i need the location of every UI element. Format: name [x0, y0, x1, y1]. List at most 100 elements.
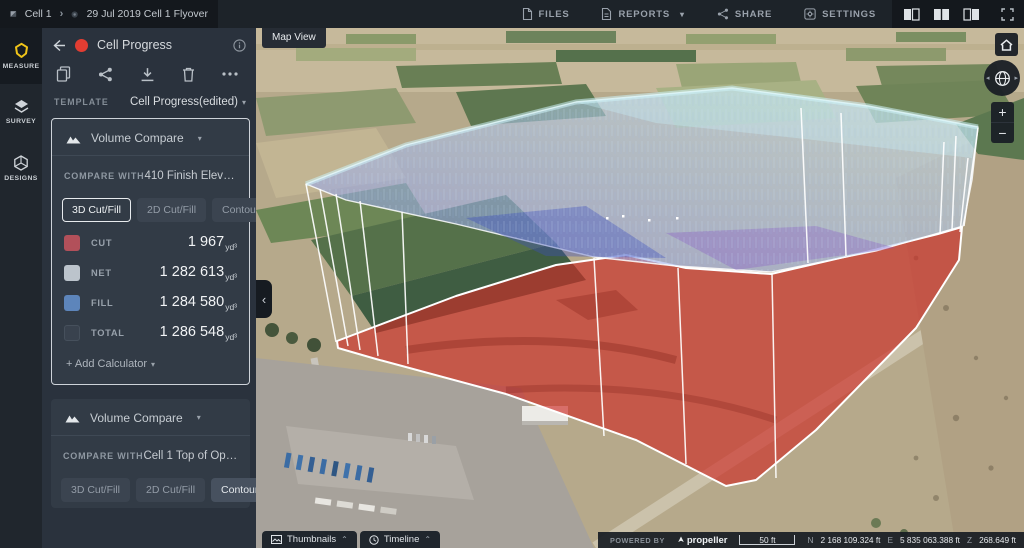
layout-split-button[interactable] — [926, 0, 956, 28]
card2-title-row[interactable]: Volume Compare ▾ — [51, 399, 250, 436]
chevron-up-icon: ⌃ — [341, 535, 348, 544]
rail-label-survey: SURVEY — [6, 118, 36, 125]
top-bar: Cell 1 › 29 Jul 2019 Cell 1 Flyover FILE… — [0, 0, 1024, 28]
coord-e-label: E — [887, 535, 893, 545]
zoom-in-button[interactable]: + — [991, 102, 1014, 122]
tab-3d-cutfill[interactable]: 3D Cut/Fill — [61, 478, 130, 502]
info-icon[interactable] — [233, 39, 246, 52]
map-3d-scene — [256, 28, 1024, 548]
more-options-button[interactable] — [222, 72, 238, 76]
tab-2d-cutfill[interactable]: 2D Cut/Fill — [137, 198, 206, 222]
home-view-button[interactable] — [995, 33, 1018, 56]
volume-icon — [65, 412, 80, 423]
rail-label-designs: DESIGNS — [4, 175, 37, 182]
panel-actions — [42, 58, 256, 92]
rotate-left-arrow[interactable]: ◂ — [986, 74, 990, 82]
sites-icon[interactable] — [10, 8, 17, 20]
fill-label: FILL — [91, 298, 113, 308]
fill-value: 1 284 580yd³ — [160, 294, 237, 312]
chevron-down-icon: ▾ — [680, 10, 685, 19]
rail-item-survey[interactable]: SURVEY — [0, 84, 42, 140]
card1-display-tabs: 3D Cut/Fill 2D Cut/Fill Contours — [52, 186, 249, 228]
propeller-logo: propeller — [677, 535, 728, 546]
rail-item-measure[interactable]: MEASURE — [0, 28, 42, 84]
card1-title: Volume Compare — [91, 131, 184, 145]
measurement-title: Cell Progress — [97, 38, 224, 52]
template-row: TEMPLATE Cell Progress(edited)▾ — [42, 92, 256, 118]
card2-title: Volume Compare — [90, 411, 183, 425]
breadcrumb: Cell 1 › 29 Jul 2019 Cell 1 Flyover — [0, 0, 218, 28]
compare-with-label: COMPARE WITH — [63, 451, 143, 461]
app-window: Cell 1 › 29 Jul 2019 Cell 1 Flyover FILE… — [0, 0, 1024, 548]
map-viewport[interactable]: Map View ‹ ◂ ▸ + − — [256, 28, 1024, 548]
clock-icon — [369, 535, 379, 545]
home-icon — [1000, 39, 1013, 51]
measurement-color-dot[interactable] — [75, 39, 88, 52]
coord-z-value: 268.649 ft — [979, 535, 1016, 545]
settings-label: SETTINGS — [822, 9, 876, 20]
powered-by-label: POWERED BY — [610, 536, 665, 545]
propeller-mark-icon — [677, 536, 685, 544]
cut-swatch — [64, 235, 80, 251]
rotate-right-arrow[interactable]: ▸ — [1014, 74, 1018, 82]
add-calculator-button[interactable]: + Add Calculator▾ — [52, 348, 249, 384]
share-measurement-button[interactable] — [98, 67, 113, 82]
volume-compare-card-2: Volume Compare ▾ COMPARE WITH Cell 1 Top… — [51, 399, 250, 508]
rail-item-designs[interactable]: DESIGNS — [0, 140, 42, 196]
tab-2d-cutfill[interactable]: 2D Cut/Fill — [136, 478, 205, 502]
net-row: NET 1 282 613yd³ — [52, 258, 249, 288]
chevron-up-icon: ⌃ — [424, 535, 431, 544]
compare-with-select[interactable]: Cell 1 Top of Operati...▾ — [143, 450, 238, 462]
measure-icon — [13, 42, 30, 59]
coord-n-label: N — [807, 535, 813, 545]
compare-with-select[interactable]: 410 Finish Elevation▾ — [144, 170, 237, 182]
reports-button[interactable]: REPORTS ▾ — [585, 0, 700, 28]
compass-control[interactable]: ◂ ▸ — [984, 60, 1020, 96]
cut-value: 1 967yd³ — [188, 234, 237, 252]
panel-header: Cell Progress — [42, 28, 256, 58]
total-value: 1 286 548yd³ — [160, 324, 237, 342]
thumbnails-icon — [271, 535, 282, 544]
survey-dataset-icon — [71, 8, 78, 21]
share-button[interactable]: SHARE — [701, 0, 788, 28]
reports-label: REPORTS — [618, 9, 670, 20]
files-button[interactable]: FILES — [506, 0, 586, 28]
layout-single-left-button[interactable] — [896, 0, 926, 28]
cursor-coordinates: N2 168 109.324 ft E5 835 063.388 ft Z268… — [807, 535, 1016, 545]
template-select[interactable]: Cell Progress(edited)▾ — [130, 96, 246, 108]
tab-contours[interactable]: Contours — [212, 198, 256, 222]
fullscreen-button[interactable] — [990, 0, 1024, 28]
timeline-label: Timeline — [384, 534, 420, 545]
bottom-drawers: Thumbnails ⌃ Timeline ⌃ — [262, 531, 440, 548]
card1-compare-row: COMPARE WITH 410 Finish Elevation▾ — [52, 156, 249, 186]
breadcrumb-site[interactable]: Cell 1 — [25, 8, 52, 20]
total-row: TOTAL 1 286 548yd³ — [52, 318, 249, 348]
duplicate-button[interactable] — [56, 66, 71, 82]
breadcrumb-dataset[interactable]: 29 Jul 2019 Cell 1 Flyover — [87, 8, 208, 20]
compare-with-value: Cell 1 Top of Operati... — [143, 450, 238, 462]
report-icon — [601, 8, 612, 20]
card1-title-row[interactable]: Volume Compare ▾ — [52, 119, 249, 156]
chevron-down-icon: ▾ — [151, 360, 155, 369]
timeline-tab[interactable]: Timeline ⌃ — [360, 531, 440, 548]
files-label: FILES — [539, 9, 570, 20]
compare-with-label: COMPARE WITH — [64, 171, 144, 181]
back-arrow-icon[interactable] — [52, 39, 66, 52]
chevron-down-icon: ▾ — [197, 413, 201, 422]
chevron-right-icon: › — [60, 8, 64, 20]
tab-3d-cutfill[interactable]: 3D Cut/Fill — [62, 198, 131, 222]
thumbnails-tab[interactable]: Thumbnails ⌃ — [262, 531, 357, 548]
layout-single-right-button[interactable] — [956, 0, 986, 28]
net-value: 1 282 613yd³ — [160, 264, 237, 282]
globe-icon — [994, 70, 1011, 87]
tab-contours[interactable]: Contours — [211, 478, 256, 502]
survey-layers-icon — [13, 99, 30, 114]
panel-collapse-button[interactable]: ‹ — [256, 280, 272, 318]
file-icon — [522, 8, 533, 20]
coord-z-label: Z — [967, 535, 972, 545]
download-button[interactable] — [140, 67, 155, 82]
delete-button[interactable] — [182, 67, 195, 82]
compare-with-value: 410 Finish Elevation — [144, 170, 237, 182]
settings-button[interactable]: SETTINGS — [788, 0, 892, 28]
zoom-out-button[interactable]: − — [991, 122, 1014, 143]
